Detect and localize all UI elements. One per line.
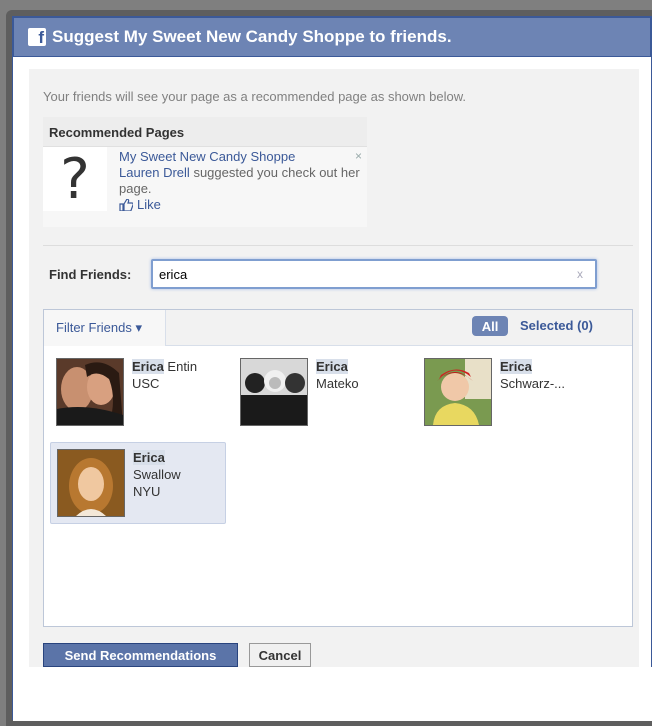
- clear-search-icon[interactable]: x: [577, 267, 583, 281]
- filter-friends-dropdown[interactable]: Filter Friends ▾: [44, 310, 166, 346]
- friend-last-name: Schwarz-...: [500, 376, 566, 391]
- friend-network: USC: [132, 376, 160, 391]
- recommendation-text: My Sweet New Candy Shoppe Lauren Drell s…: [119, 149, 367, 213]
- friends-panel: Filter Friends ▾ All Selected (0) Erica …: [43, 309, 633, 627]
- friend-item[interactable]: Erica Swallow NYU: [50, 442, 226, 524]
- friend-first-name: Erica: [132, 359, 164, 374]
- question-mark-icon: ?: [43, 147, 107, 212]
- send-recommendations-button[interactable]: Send Recommendations: [43, 643, 238, 667]
- friends-panel-header: Filter Friends ▾ All Selected (0): [44, 310, 632, 346]
- find-friends-input[interactable]: [151, 259, 597, 289]
- friend-info: Erica Mateko: [316, 358, 359, 392]
- find-friends-label: Find Friends:: [49, 267, 132, 282]
- recommended-pages-header: Recommended Pages: [43, 117, 367, 147]
- page-name-link[interactable]: My Sweet New Candy Shoppe: [119, 149, 295, 164]
- friend-item[interactable]: Erica Mateko: [234, 352, 410, 434]
- facebook-logo-icon: f: [28, 28, 46, 46]
- suggester-link[interactable]: Lauren Drell: [119, 165, 190, 180]
- friend-last-name: Entin: [163, 359, 198, 374]
- dialog-title: Suggest My Sweet New Candy Shoppe to fri…: [52, 27, 452, 46]
- friend-photo: [56, 358, 124, 426]
- recommended-page-preview: ? My Sweet New Candy Shoppe Lauren Drell…: [43, 147, 367, 227]
- friend-first-name: Erica: [316, 359, 348, 374]
- intro-text: Your friends will see your page as a rec…: [43, 89, 466, 104]
- suggest-dialog: f Suggest My Sweet New Candy Shoppe to f…: [12, 16, 652, 721]
- friend-last-name: Swallow: [133, 467, 181, 482]
- divider: [43, 245, 633, 246]
- close-icon[interactable]: ×: [355, 149, 362, 163]
- friend-item[interactable]: Erica Entin USC: [50, 352, 226, 434]
- dialog-titlebar: f Suggest My Sweet New Candy Shoppe to f…: [13, 17, 651, 57]
- like-label: Like: [137, 197, 161, 212]
- cancel-button[interactable]: Cancel: [249, 643, 311, 667]
- friend-photo: [240, 358, 308, 426]
- friend-first-name: Erica: [500, 359, 532, 374]
- thumbs-up-icon: [119, 199, 133, 211]
- friend-info: Erica Swallow NYU: [133, 449, 181, 500]
- dialog-footer: [13, 667, 652, 721]
- like-button[interactable]: Like: [119, 197, 367, 213]
- tab-all[interactable]: All: [472, 316, 508, 336]
- tab-selected[interactable]: Selected (0): [520, 318, 593, 333]
- friend-network: NYU: [133, 484, 161, 499]
- friend-photo: [57, 449, 125, 517]
- friend-info: Erica Schwarz-...: [500, 358, 565, 392]
- friend-item[interactable]: Erica Schwarz-...: [418, 352, 594, 434]
- friend-info: Erica Entin USC: [132, 358, 197, 392]
- friend-photo: [424, 358, 492, 426]
- friend-first-name: Erica: [133, 450, 165, 465]
- friend-last-name: Mateko: [316, 376, 359, 391]
- dialog-body: Your friends will see your page as a rec…: [29, 69, 639, 667]
